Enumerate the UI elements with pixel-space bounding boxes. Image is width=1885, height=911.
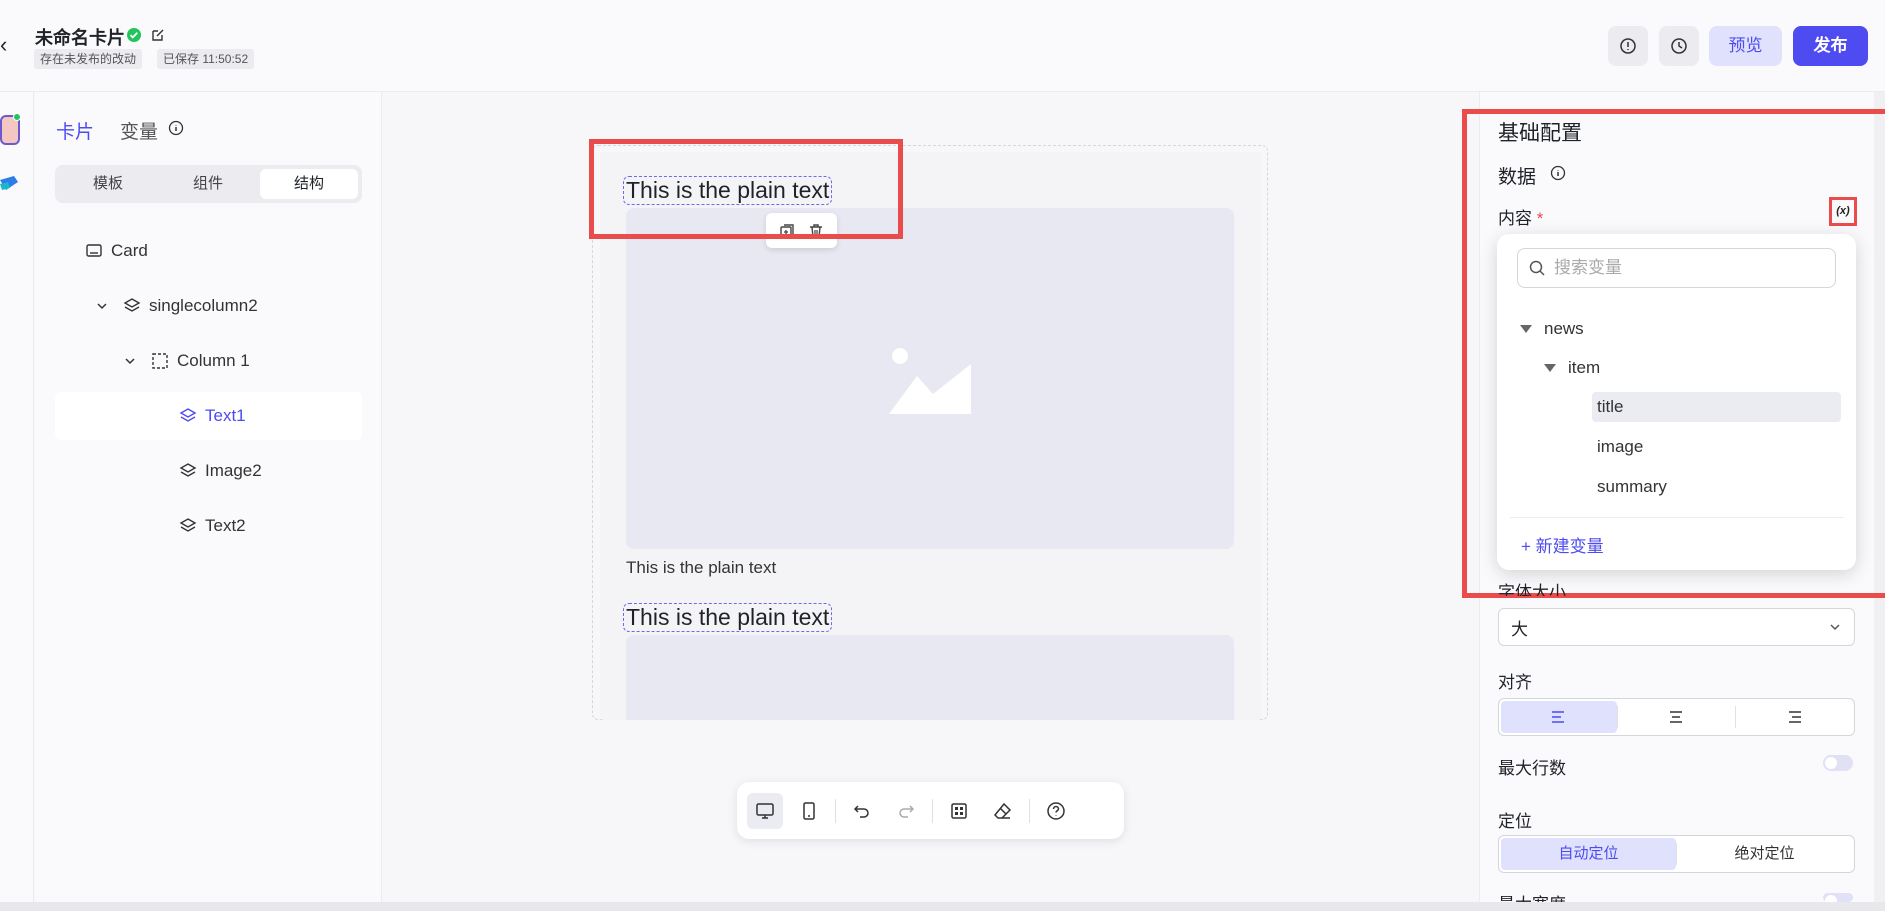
toolbar-divider <box>1029 798 1030 823</box>
highlight-box-text1 <box>589 139 903 239</box>
chevron-down-icon[interactable] <box>123 354 137 368</box>
tree-node-label: Text2 <box>205 516 246 535</box>
structure-tree: Card singlecolumn2 Column 1 Text1 Image2… <box>55 227 362 550</box>
chevron-down-icon[interactable] <box>95 299 109 313</box>
font-size-label: 字体大小 <box>1498 583 1566 596</box>
top-bar: ‹ 未命名卡片 存在未发布的改动 已保存 11:50:52 预览 发布 <box>0 0 1885 92</box>
align-left-button[interactable] <box>1501 701 1618 733</box>
tree-node-label: Column 1 <box>177 351 250 370</box>
saved-badge: 已保存 11:50:52 <box>157 49 255 69</box>
segment-template[interactable]: 模板 <box>59 169 157 199</box>
image-icon <box>889 346 971 414</box>
tree-node-label: singlecolumn2 <box>149 296 258 315</box>
position-label: 定位 <box>1498 812 1532 831</box>
preview-button[interactable]: 预览 <box>1709 26 1782 66</box>
eraser-icon <box>993 802 1012 819</box>
desktop-view-button[interactable] <box>747 792 783 829</box>
unpublished-badge: 存在未发布的改动 <box>34 49 143 69</box>
canvas-toolbar <box>737 782 1124 839</box>
tree-node-label: Text1 <box>205 406 246 425</box>
tree-node-column-1[interactable]: Column 1 <box>55 337 362 385</box>
grid-icon <box>951 802 967 819</box>
desktop-icon <box>756 802 774 819</box>
check-circle-icon <box>126 27 142 43</box>
column-icon <box>151 352 169 370</box>
info-button[interactable] <box>1608 26 1648 66</box>
help-button[interactable] <box>1038 793 1074 829</box>
tree-node-text2[interactable]: Text2 <box>55 502 362 550</box>
clock-icon <box>1671 38 1687 54</box>
layers-icon <box>179 407 197 425</box>
align-center-button[interactable] <box>1618 701 1734 733</box>
align-label: 对齐 <box>1498 673 1532 692</box>
redo-button[interactable] <box>888 793 924 829</box>
position-segment-control: 自动定位 绝对定位 <box>1498 835 1855 873</box>
position-absolute-button[interactable]: 绝对定位 <box>1677 838 1852 870</box>
max-lines-toggle[interactable] <box>1823 755 1853 771</box>
align-center-icon <box>1670 711 1683 723</box>
redo-icon <box>899 804 915 818</box>
toolbar-divider <box>835 798 836 823</box>
undo-button[interactable] <box>844 793 880 829</box>
layers-icon <box>179 517 197 535</box>
tree-node-image2[interactable]: Image2 <box>55 447 362 495</box>
tab-card[interactable]: 卡片 <box>56 117 94 144</box>
mobile-view-button[interactable] <box>791 793 827 829</box>
segment-component[interactable]: 组件 <box>159 169 257 199</box>
image-caption-text[interactable]: This is the plain text <box>626 558 776 578</box>
font-size-select[interactable]: 大 <box>1498 608 1855 646</box>
app-logo-icon[interactable] <box>0 172 18 194</box>
page-title: 未命名卡片 <box>35 28 125 48</box>
tree-node-card[interactable]: Card <box>55 227 362 275</box>
tree-node-label: Image2 <box>205 461 262 480</box>
max-width-toggle[interactable] <box>1823 893 1853 907</box>
grid-button[interactable] <box>941 793 977 829</box>
back-icon[interactable]: ‹ <box>0 34 14 56</box>
card-icon <box>85 242 103 260</box>
mobile-icon <box>803 801 815 820</box>
image-placeholder-2[interactable] <box>626 635 1234 720</box>
chevron-down-icon <box>1828 620 1842 634</box>
info-icon <box>1620 38 1636 54</box>
layers-icon <box>123 297 141 315</box>
text2-component[interactable]: This is the plain text <box>623 603 833 632</box>
undo-icon <box>853 804 869 818</box>
toolbar-divider <box>932 798 933 823</box>
max-lines-label: 最大行数 <box>1498 759 1566 778</box>
clear-button[interactable] <box>985 793 1021 829</box>
app-rail <box>0 92 34 904</box>
highlight-box-config <box>1462 109 1885 598</box>
max-width-label: 最大宽度 <box>1498 890 1566 902</box>
tree-node-text1[interactable]: Text1 <box>55 392 362 440</box>
edit-icon[interactable] <box>150 27 166 43</box>
tree-node-label: Card <box>111 241 148 260</box>
align-right-icon <box>1788 711 1801 723</box>
align-right-button[interactable] <box>1736 701 1852 733</box>
publish-button[interactable]: 发布 <box>1793 26 1868 66</box>
position-auto-button[interactable]: 自动定位 <box>1501 838 1676 870</box>
align-segment-control <box>1498 698 1855 736</box>
window-bottom-edge <box>0 902 1885 911</box>
info-icon[interactable] <box>168 120 184 136</box>
help-icon <box>1047 801 1065 820</box>
tab-variable[interactable]: 变量 <box>120 117 158 144</box>
online-status-dot <box>13 113 21 121</box>
layers-icon <box>179 462 197 480</box>
segment-structure[interactable]: 结构 <box>260 169 358 199</box>
tree-node-singlecolumn2[interactable]: singlecolumn2 <box>55 282 362 330</box>
history-button[interactable] <box>1659 26 1699 66</box>
align-left-icon <box>1552 711 1565 723</box>
font-size-value: 大 <box>1511 619 1528 639</box>
